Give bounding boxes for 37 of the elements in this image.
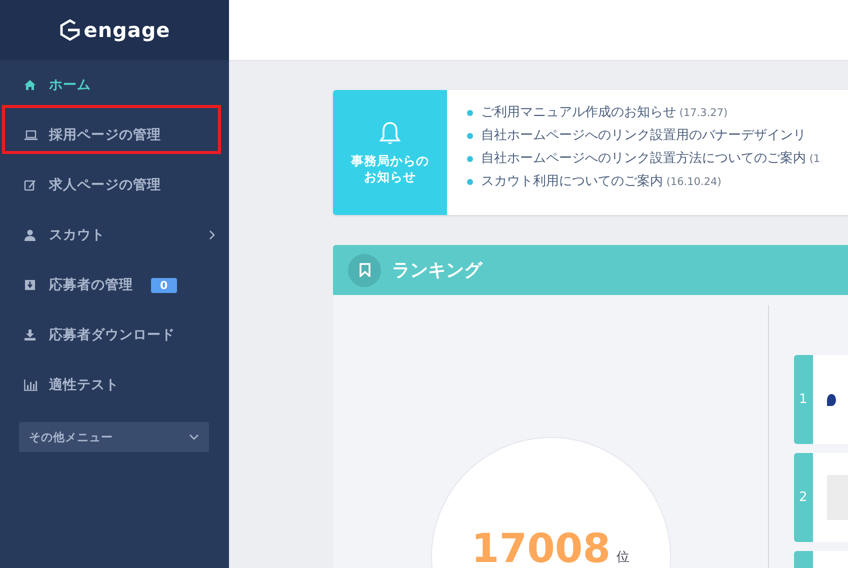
entry-rank: 1	[799, 392, 808, 407]
inbox-icon	[24, 279, 38, 291]
rank-unit: 位	[616, 549, 630, 566]
entry-rank: 2	[799, 490, 808, 505]
logo-text: engage	[84, 18, 170, 42]
notice-link[interactable]: 自社ホームページへのリンク設置方法についてのご案内 (1	[481, 150, 820, 168]
pin-icon	[827, 394, 836, 406]
sidebar-item[interactable]: 応募者ダウンロード	[0, 310, 229, 360]
sidebar-item[interactable]: スカウト	[0, 210, 229, 260]
bell-icon	[378, 120, 402, 147]
sidebar-item[interactable]: 適性テスト	[0, 360, 229, 410]
bullet-icon	[467, 133, 473, 139]
notice-link[interactable]: スカウト利用についてのご案内 (16.10.24)	[481, 173, 722, 191]
notice-link[interactable]: 自社ホームページへのリンク設置用のバナーデザインリ	[481, 127, 806, 145]
laptop-icon	[24, 129, 38, 141]
notice-title: 事務局からの	[351, 152, 429, 168]
sidebar-item[interactable]: ホーム	[0, 60, 229, 110]
user-icon	[24, 229, 38, 241]
rank-number: 17008	[471, 530, 611, 568]
bullet-icon	[467, 156, 473, 162]
sidebar-item[interactable]: 応募者の管理 0	[0, 260, 229, 310]
notice-title: お知らせ	[364, 168, 416, 184]
bullet-icon	[467, 179, 473, 185]
logo-icon	[58, 19, 81, 41]
sidebar-item[interactable]: 採用ページの管理	[0, 110, 229, 160]
bar-chart-icon	[24, 379, 38, 391]
home-icon	[24, 79, 38, 91]
notice-link[interactable]: ご利用マニュアル作成のお知らせ (17.3.27)	[481, 104, 728, 122]
chevron-down-icon	[189, 434, 199, 440]
bullet-icon	[467, 110, 473, 116]
edit-icon	[24, 179, 38, 191]
ranking-title: ランキング	[392, 259, 482, 282]
sidebar-item[interactable]: 求人ページの管理	[0, 160, 229, 210]
bookmark-icon	[348, 254, 381, 286]
more-menu-dropdown[interactable]: その他メニュー	[19, 422, 209, 452]
download-icon	[24, 329, 38, 341]
count-badge: 0	[151, 278, 177, 292]
